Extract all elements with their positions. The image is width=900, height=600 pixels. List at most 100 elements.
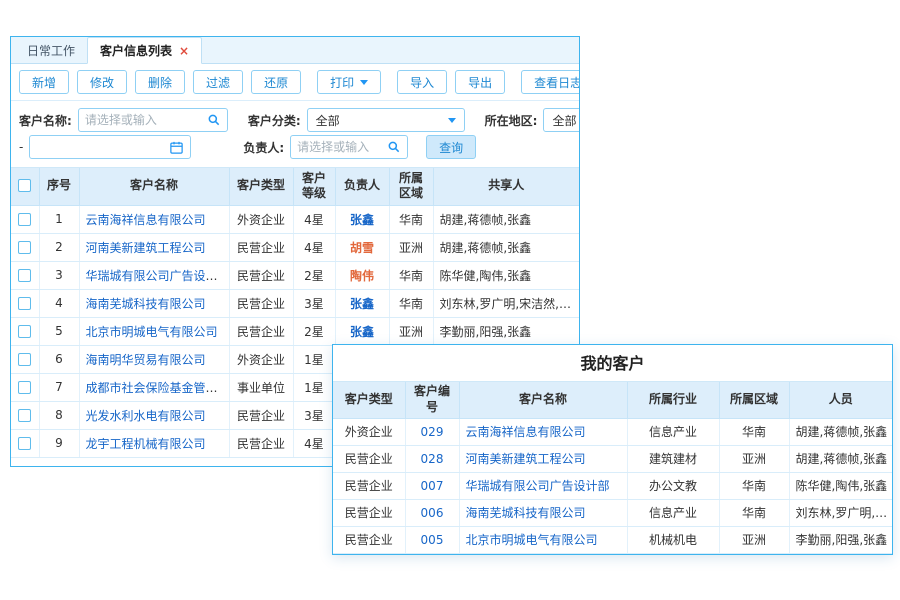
customer-name-link[interactable]: 华瑞城有限公司广告设计部 [86,269,230,283]
region: 华南 [719,472,789,499]
row-checkbox[interactable] [18,325,31,338]
customer-name-cell: 河南美新建筑工程公司 [79,233,229,261]
row-checkbox[interactable] [18,409,31,422]
row-checkbox[interactable] [18,353,31,366]
customer-name-link[interactable]: 河南美新建筑工程公司 [86,241,206,255]
delete-button[interactable]: 删除 [135,70,185,94]
customer-name-link[interactable]: 光发水利水电有限公司 [86,409,206,423]
customer-name-link[interactable]: 海南芜城科技有限公司 [466,506,586,520]
customer-type: 民营企业 [229,233,293,261]
customer-code-cell: 006 [405,499,459,526]
edit-button[interactable]: 修改 [77,70,127,94]
customer-code-link[interactable]: 007 [421,479,444,493]
customer-name-cell: 海南芜城科技有限公司 [79,289,229,317]
export-button[interactable]: 导出 [455,70,505,94]
row-checkbox[interactable] [18,297,31,310]
row-number: 2 [39,233,79,261]
print-button[interactable]: 打印 [317,70,381,94]
row-number: 1 [39,205,79,233]
search-icon[interactable] [387,140,401,154]
customer-name-link[interactable]: 成都市社会保险基金管理... [86,381,229,395]
add-button[interactable]: 新增 [19,70,69,94]
restore-button[interactable]: 还原 [251,70,301,94]
column-header-customer-name: 客户名称 [79,168,229,205]
tab-daily-work[interactable]: 日常工作 [15,37,87,63]
owner-link[interactable]: 张鑫 [350,297,374,311]
owner-link[interactable]: 胡雪 [350,241,374,255]
owner-cell: 张鑫 [335,205,389,233]
checkbox-cell [11,317,39,345]
customer-code-link[interactable]: 006 [421,506,444,520]
staff: 胡建,蒋德帧,张鑫 [789,418,892,445]
row-checkbox[interactable] [18,269,31,282]
customer-name-link[interactable]: 河南美新建筑工程公司 [466,452,586,466]
region-label: 所在地区: [485,112,538,129]
customer-name-cell: 云南海祥信息有限公司 [79,205,229,233]
owner-link[interactable]: 陶伟 [350,269,374,283]
customer-code-link[interactable]: 028 [421,452,444,466]
filter-row-2: - 负责人: 查询 [19,135,571,159]
select-all-checkbox[interactable] [18,179,31,192]
owner-cell: 张鑫 [335,289,389,317]
category-select[interactable]: 全部 [307,108,465,132]
checkbox-cell [11,261,39,289]
checkbox-cell [11,429,39,457]
customer-name-link[interactable]: 华瑞城有限公司广告设计部 [466,479,610,493]
staff: 胡建,蒋德帧,张鑫 [789,445,892,472]
close-icon[interactable]: × [179,44,189,58]
chevron-down-icon [448,118,456,123]
industry: 建筑建材 [627,445,719,472]
region-value: 全部 [552,112,576,129]
owner-cell: 陶伟 [335,261,389,289]
row-checkbox[interactable] [18,213,31,226]
tab-label: 客户信息列表 [100,42,172,59]
customer-name-cell: 龙宇工程机械有限公司 [79,429,229,457]
search-icon[interactable] [207,113,221,127]
customer-type: 民营企业 [229,289,293,317]
owner-inputbox [290,135,408,159]
query-button[interactable]: 查询 [426,135,476,159]
customer-name-link[interactable]: 龙宇工程机械有限公司 [86,437,206,451]
print-label: 打印 [330,74,354,91]
owner-label: 负责人: [243,139,284,156]
owner-link[interactable]: 张鑫 [350,213,374,227]
region: 华南 [389,261,433,289]
owner-link[interactable]: 张鑫 [350,325,374,339]
region-select[interactable]: 全部 [543,108,579,132]
view-log-button[interactable]: 查看日志 [521,70,580,94]
filter-button[interactable]: 过滤 [193,70,243,94]
select-all-cell [11,168,39,205]
customer-name-link[interactable]: 云南海祥信息有限公司 [466,425,586,439]
row-checkbox[interactable] [18,241,31,254]
row-number: 8 [39,401,79,429]
customer-level: 4星 [293,205,335,233]
customer-code-link[interactable]: 005 [421,533,444,547]
column-header-region: 所属区域 [389,168,433,205]
customer-name-link[interactable]: 海南芜城科技有限公司 [86,297,206,311]
import-button[interactable]: 导入 [397,70,447,94]
customer-type: 外资企业 [333,418,405,445]
row-checkbox[interactable] [18,381,31,394]
column-header-customer-type: 客户类型 [229,168,293,205]
customer-name-cell: 北京市明城电气有限公司 [459,526,627,553]
column-header-owner: 负责人 [335,168,389,205]
column-header-customer-code: 客户编号 [405,382,459,418]
tab-customer-list[interactable]: 客户信息列表 × [87,37,202,64]
owner-cell: 胡雪 [335,233,389,261]
date-input[interactable] [36,140,165,154]
calendar-icon[interactable] [169,140,184,155]
industry: 信息产业 [627,499,719,526]
customer-name-link[interactable]: 北京市明城电气有限公司 [466,533,598,547]
customer-name-cell: 海南芜城科技有限公司 [459,499,627,526]
customer-name-cell: 成都市社会保险基金管理... [79,373,229,401]
owner-input[interactable] [297,140,383,154]
customer-name-link[interactable]: 北京市明城电气有限公司 [86,325,218,339]
row-checkbox[interactable] [18,437,31,450]
customer-code-link[interactable]: 029 [421,425,444,439]
customer-name-link[interactable]: 海南明华贸易有限公司 [86,353,206,367]
region: 华南 [719,499,789,526]
customer-name-link[interactable]: 云南海祥信息有限公司 [86,213,206,227]
customer-name-inputbox [78,108,228,132]
customer-name-cell: 华瑞城有限公司广告设计部 [459,472,627,499]
customer-name-input[interactable] [85,113,203,127]
